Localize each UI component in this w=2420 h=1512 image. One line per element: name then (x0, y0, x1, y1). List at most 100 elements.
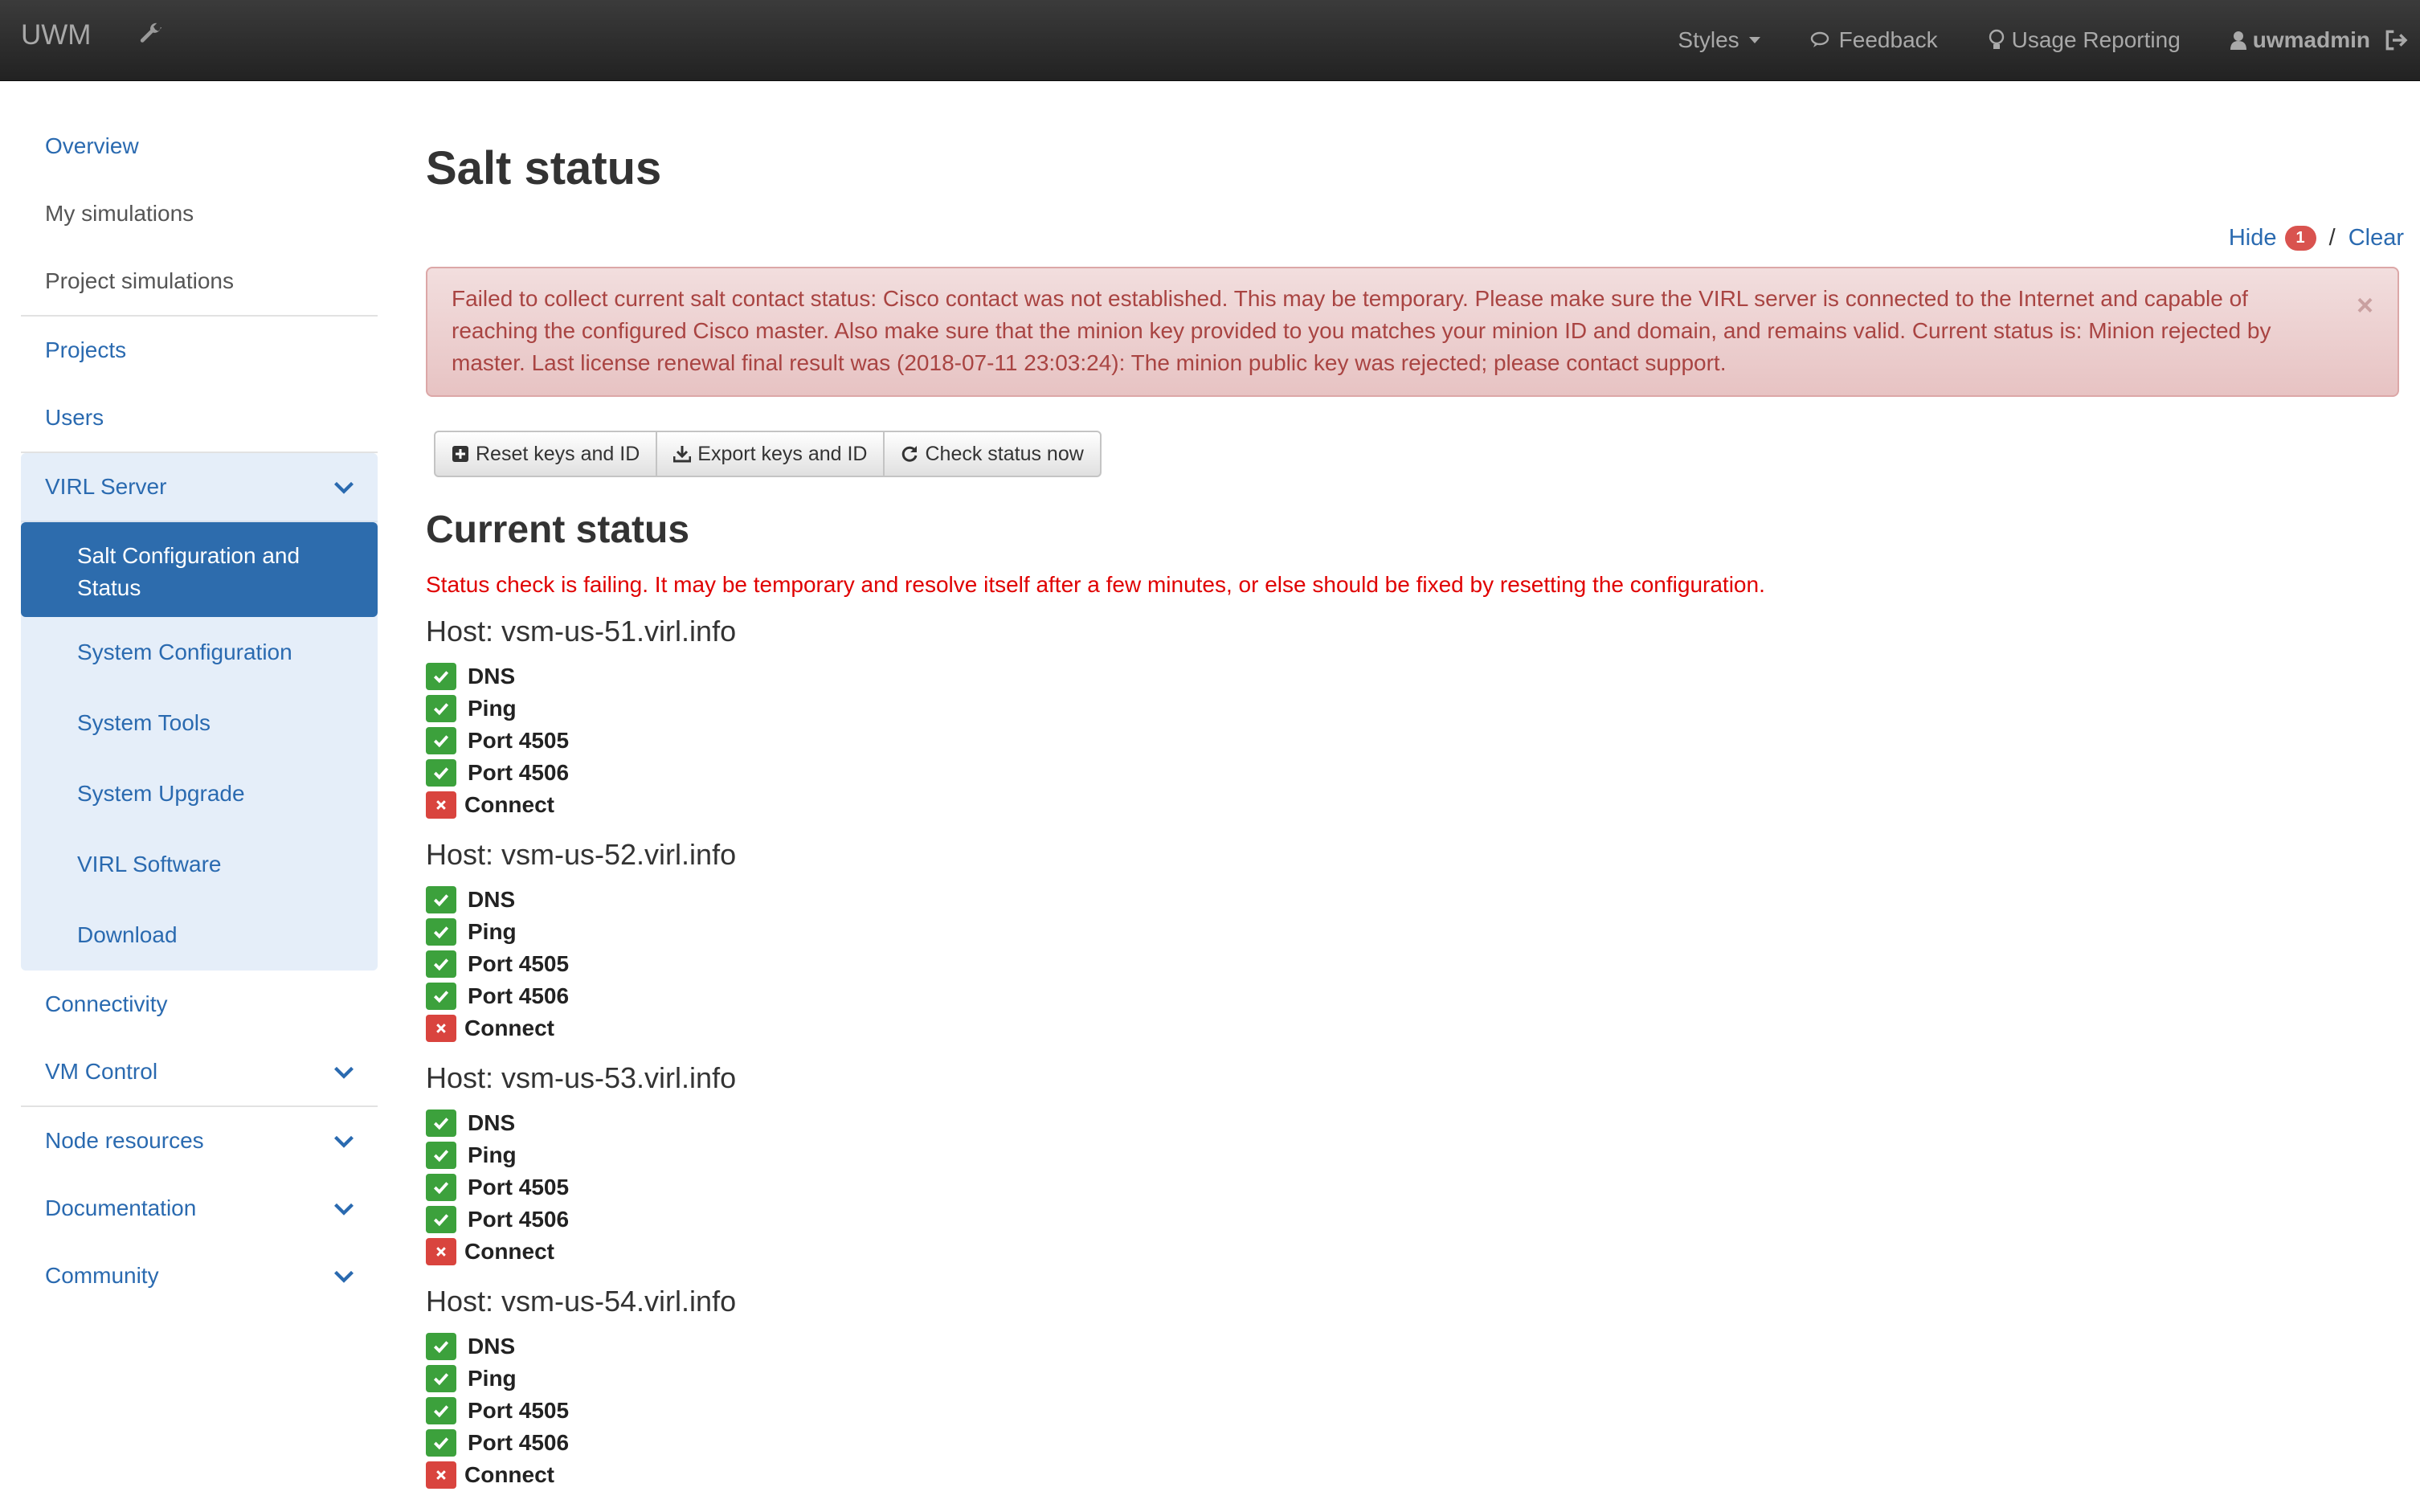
status-check-row: DNS (426, 1107, 736, 1139)
sidebar-item-projects[interactable]: Projects (21, 317, 378, 384)
status-check-label: Port 4505 (468, 728, 570, 753)
sidebar-item-label: VM Control (45, 1059, 158, 1084)
chevron-down-icon[interactable] (333, 1265, 355, 1287)
status-check-row: Connect (426, 1012, 736, 1044)
check-icon (426, 1397, 456, 1424)
status-check-label: Port 4505 (468, 1398, 570, 1423)
sidebar-item-vm-control[interactable]: VM Control (21, 1038, 378, 1105)
comments-icon (1810, 31, 1829, 47)
sidebar-item-system-configuration[interactable]: System Configuration (21, 617, 378, 688)
download-icon (673, 446, 692, 463)
separator: / (2328, 225, 2336, 251)
status-check-row: Port 4505 (426, 1171, 736, 1203)
status-check-label: Ping (468, 1366, 517, 1391)
clear-alerts-link[interactable]: Clear (2348, 225, 2404, 251)
times-icon (426, 1015, 456, 1042)
sidebar-item-system-tools[interactable]: System Tools (21, 688, 378, 758)
close-icon[interactable]: × (2357, 289, 2373, 321)
status-check-label: Ping (468, 696, 517, 721)
current-status-title: Current status (426, 509, 690, 551)
sidebar-item-community[interactable]: Community (21, 1242, 378, 1310)
action-button-group: Reset keys and ID Export keys and ID Che… (434, 431, 1102, 477)
export-keys-label: Export keys and ID (697, 442, 868, 465)
sidebar-item-virl-server[interactable]: VIRL Server (21, 453, 378, 522)
status-check-label: Port 4506 (468, 1207, 570, 1232)
sidebar-item-overview[interactable]: Overview (21, 112, 378, 180)
sidebar-nav: Overview My simulations Project simulati… (21, 112, 378, 1310)
sidebar-item-connectivity[interactable]: Connectivity (21, 971, 378, 1038)
status-check-label: Port 4505 (468, 1175, 570, 1199)
status-check-row: DNS (426, 1330, 736, 1363)
times-icon (426, 1238, 456, 1265)
styles-label: Styles (1678, 27, 1739, 52)
alert-count-badge: 1 (2284, 226, 2316, 251)
status-check-row: Port 4505 (426, 1395, 736, 1427)
reset-keys-button[interactable]: Reset keys and ID (434, 431, 658, 477)
status-check-label: Port 4506 (468, 1430, 570, 1455)
sidebar-item-my-simulations[interactable]: My simulations (21, 180, 378, 247)
logout-icon[interactable] (2383, 27, 2409, 53)
status-check-label: DNS (468, 664, 516, 689)
status-check-row: Port 4506 (426, 757, 736, 789)
sidebar-item-label: VIRL Server (45, 474, 167, 499)
check-icon (426, 886, 456, 913)
status-check-label: DNS (468, 887, 516, 912)
host-title: Host: vsm-us-54.virl.info (426, 1285, 737, 1318)
check-icon (426, 695, 456, 722)
chevron-down-icon[interactable] (333, 1130, 355, 1152)
status-check-row: Connect (426, 1236, 736, 1268)
status-check-row: Port 4506 (426, 1203, 736, 1236)
styles-dropdown[interactable]: Styles (1678, 27, 1760, 53)
check-icon (426, 983, 456, 1010)
user-icon (2230, 31, 2246, 50)
sidebar-item-salt-configuration[interactable]: Salt Configuration and Status (21, 522, 378, 617)
status-check-label: Ping (468, 919, 517, 944)
check-icon (426, 918, 456, 946)
sidebar-item-download[interactable]: Download (21, 900, 378, 971)
lightbulb-icon (1989, 29, 2004, 49)
status-check-label: DNS (468, 1334, 516, 1359)
check-icon (426, 1365, 456, 1392)
chevron-down-icon[interactable] (333, 476, 355, 498)
export-keys-button[interactable]: Export keys and ID (656, 431, 885, 477)
user-menu[interactable]: uwmadmin (2230, 27, 2370, 53)
status-check-row: Port 4505 (426, 725, 736, 757)
host-title: Host: vsm-us-53.virl.info (426, 1061, 737, 1094)
sidebar-item-documentation[interactable]: Documentation (21, 1175, 378, 1242)
sidebar-item-node-resources[interactable]: Node resources (21, 1107, 378, 1175)
status-check-label: Port 4506 (468, 760, 570, 785)
chevron-down-icon[interactable] (333, 1197, 355, 1220)
sidebar-item-users[interactable]: Users (21, 384, 378, 452)
caret-down-icon (1748, 37, 1760, 43)
usage-reporting-link[interactable]: Usage Reporting (1988, 27, 2181, 53)
hide-alerts-link[interactable]: Hide (2229, 225, 2277, 251)
sidebar-group-virl-server: VIRL Server Salt Configuration and Statu… (21, 453, 378, 971)
host-status-block: Host: vsm-us-54.virl.info DNS Ping Port 450… (426, 1284, 736, 1507)
sidebar-item-virl-software[interactable]: VIRL Software (21, 829, 378, 900)
alert-controls: Hide 1 / Clear (2229, 225, 2404, 251)
check-status-button[interactable]: Check status now (883, 431, 1102, 477)
check-icon (426, 1109, 456, 1137)
status-check-row: Ping (426, 693, 736, 725)
status-check-label: DNS (468, 1110, 516, 1135)
status-check-row: Ping (426, 1139, 736, 1171)
status-check-row: Connect (426, 789, 736, 821)
check-icon (426, 1142, 456, 1169)
sidebar-item-label: Community (45, 1263, 159, 1288)
feedback-link[interactable]: Feedback (1810, 27, 1938, 53)
check-icon (426, 1429, 456, 1457)
sidebar-item-label: Documentation (45, 1195, 197, 1220)
brand-logo[interactable]: UWM (21, 19, 91, 51)
sidebar-item-system-upgrade[interactable]: System Upgrade (21, 758, 378, 829)
status-check-label: Connect (464, 1015, 554, 1040)
wrench-icon[interactable] (137, 21, 164, 48)
status-check-row: Port 4506 (426, 980, 736, 1012)
status-check-row: DNS (426, 660, 736, 693)
check-icon (426, 1174, 456, 1201)
alert-message: Failed to collect current salt contact s… (452, 286, 2271, 375)
status-check-row: Port 4505 (426, 948, 736, 980)
chevron-down-icon[interactable] (333, 1060, 355, 1083)
status-check-label: Connect (464, 792, 554, 817)
sidebar-item-project-simulations[interactable]: Project simulations (21, 247, 378, 315)
plus-square-icon (452, 446, 468, 462)
